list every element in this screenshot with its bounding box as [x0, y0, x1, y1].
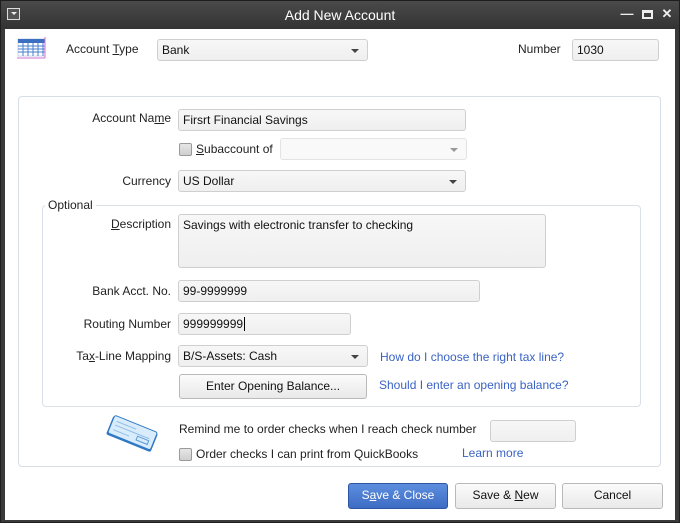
dialog-body: Account Type Bank Number 1030 Account Na…	[5, 29, 675, 520]
title-bar: Add New Account — ✕	[1, 1, 679, 29]
tax-line-value: B/S-Assets: Cash	[183, 349, 278, 363]
label-part: Ta	[76, 349, 89, 363]
window-title: Add New Account	[284, 7, 396, 23]
currency-label: Currency	[122, 174, 171, 188]
check-order-icon	[106, 415, 158, 452]
currency-value: US Dollar	[183, 174, 235, 188]
description-textarea[interactable]: Savings with electronic transfer to chec…	[178, 214, 546, 268]
chevron-down-icon	[351, 355, 359, 359]
optional-legend: Optional	[45, 198, 96, 212]
maximize-icon	[641, 10, 653, 20]
account-type-dropdown[interactable]: Bank	[157, 39, 368, 61]
tax-line-label: Tax-Line Mapping	[45, 349, 171, 363]
mnemonic-key: D	[110, 217, 120, 231]
subaccount-checkbox[interactable]	[179, 143, 192, 156]
opening-balance-help-link[interactable]: Should I enter an opening balance?	[379, 378, 569, 392]
label-part: Balance...	[283, 379, 341, 393]
close-button[interactable]: ✕	[658, 5, 676, 23]
subaccount-label: Subaccount of	[196, 142, 273, 156]
mnemonic-key: m	[154, 111, 165, 125]
chevron-down-icon	[449, 180, 457, 184]
mnemonic-key: S	[196, 142, 205, 156]
label-part: -Line Mapping	[94, 349, 171, 363]
currency-dropdown[interactable]: US Dollar	[178, 170, 466, 192]
label-part: ew	[523, 488, 539, 502]
add-new-account-window: Add New Account — ✕ Account Type Bank Nu…	[0, 0, 680, 523]
routing-number-input[interactable]: 999999999	[178, 313, 351, 335]
bank-acct-input[interactable]: 99-9999999	[178, 280, 480, 302]
number-input[interactable]: 1030	[572, 39, 659, 61]
account-type-value: Bank	[162, 43, 190, 57]
description-label: Description	[65, 217, 171, 231]
text-cursor	[244, 317, 246, 331]
account-name-input[interactable]: Firsrt Financial Savings	[178, 109, 466, 131]
bank-acct-label: Bank Acct. No.	[92, 284, 171, 298]
subaccount-dropdown[interactable]	[280, 138, 467, 160]
check-number-input[interactable]	[490, 420, 576, 442]
label-part: S	[361, 488, 370, 502]
remind-checks-label: Remind me to order checks when I reach c…	[179, 422, 477, 436]
account-register-icon	[17, 37, 46, 59]
routing-number-value: 999999999	[183, 317, 244, 331]
label-part: ubaccount of	[204, 142, 273, 156]
label-part: Enter Openin	[205, 379, 277, 393]
account-type-label: Account Type	[66, 42, 139, 56]
save-and-new-button[interactable]: Save & New	[455, 483, 556, 509]
minimize-button[interactable]: —	[618, 5, 636, 23]
cancel-button[interactable]: Cancel	[562, 483, 663, 509]
label-part: e	[164, 111, 171, 125]
label-part: ve & Close	[376, 488, 435, 502]
label-part: Account	[66, 42, 113, 56]
mnemonic-key: N	[514, 488, 524, 502]
label-part: Save &	[472, 488, 515, 502]
chevron-down-icon	[450, 148, 458, 152]
account-name-label: Account Name	[65, 111, 171, 125]
order-checks-checkbox[interactable]	[179, 448, 192, 461]
tax-line-dropdown[interactable]: B/S-Assets: Cash	[178, 345, 368, 367]
label-part: ype	[119, 42, 139, 56]
tax-line-help-link[interactable]: How do I choose the right tax line?	[380, 350, 564, 364]
learn-more-link[interactable]: Learn more	[462, 446, 523, 460]
label-part: Account Na	[92, 111, 155, 125]
save-and-close-button[interactable]: Save & Close	[348, 483, 448, 509]
maximize-button[interactable]	[638, 5, 656, 23]
number-label: Number	[518, 42, 561, 56]
chevron-down-icon	[351, 49, 359, 53]
enter-opening-balance-button[interactable]: Enter Opening Balance...	[179, 374, 367, 399]
routing-number-label: Routing Number	[83, 317, 171, 331]
label-part: escription	[119, 217, 171, 231]
order-checks-label: Order checks I can print from QuickBooks	[196, 447, 419, 461]
